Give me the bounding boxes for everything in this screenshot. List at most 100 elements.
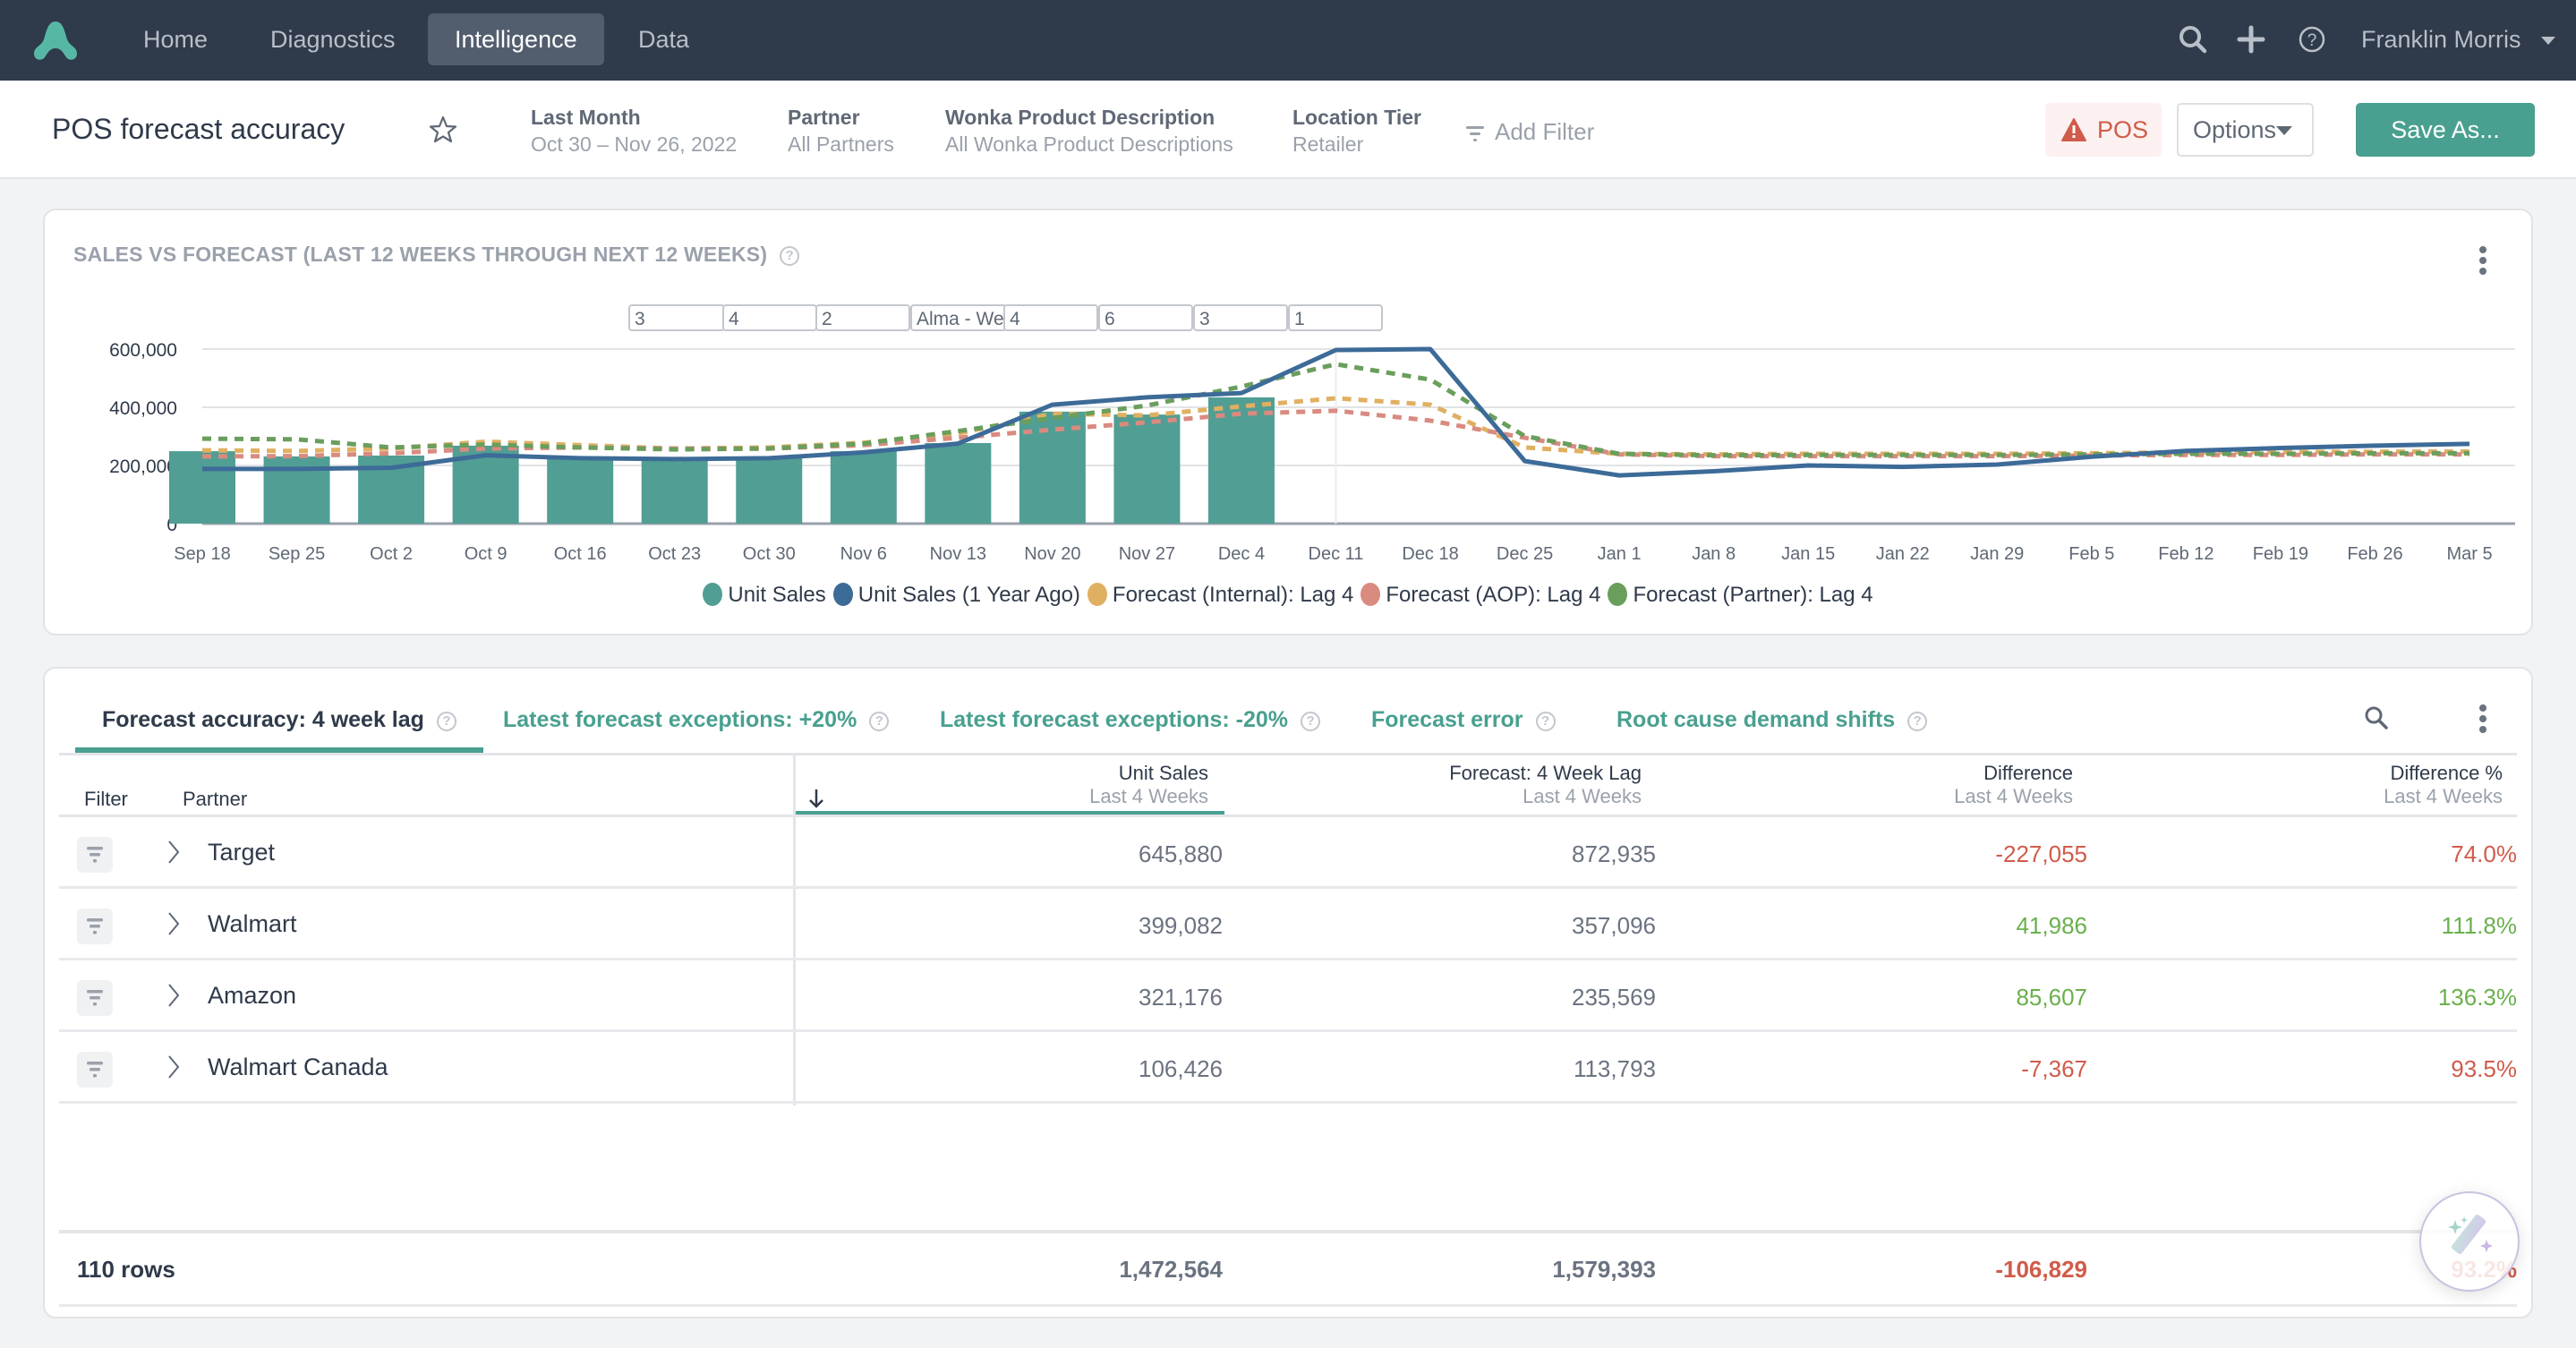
column-header-difference-pct[interactable]: Difference % Last 4 Weeks — [2261, 762, 2503, 808]
x-tick-label: Feb 26 — [2347, 544, 2402, 564]
x-tick-label: Feb 19 — [2253, 544, 2308, 564]
pos-warning-badge[interactable]: POS — [2045, 103, 2162, 157]
x-tick-label: Nov 13 — [930, 544, 986, 564]
x-tick-label: Mar 5 — [2446, 544, 2492, 564]
difference-cell: 41,986 — [2016, 912, 2087, 939]
filter-partner[interactable]: Partner All Partners — [788, 104, 894, 158]
legend-item[interactable]: Forecast (AOP): Lag 4 — [1361, 583, 1600, 608]
difference-pct-cell: 74.0% — [2451, 840, 2517, 867]
column-header-forecast[interactable]: Forecast: 4 Week Lag Last 4 Weeks — [1343, 762, 1642, 808]
app-logo-icon[interactable] — [29, 18, 82, 63]
table-more-menu-icon[interactable] — [2474, 704, 2492, 735]
column-subtitle: Last 4 Weeks — [1089, 785, 1208, 807]
tab-exceptions-plus-20[interactable]: Latest forecast exceptions: +20%? — [503, 706, 890, 753]
table-row[interactable]: Walmart Canada 106,426 113,793 -7,367 93.5% — [59, 1032, 2517, 1104]
tab-forecast-accuracy[interactable]: Forecast accuracy: 4 week lag? — [75, 706, 483, 753]
tab-label: Latest forecast exceptions: -20% — [940, 707, 1289, 732]
tab-forecast-error[interactable]: Forecast error? — [1371, 706, 1556, 753]
x-tick-label: Feb 5 — [2068, 544, 2114, 564]
legend-item[interactable]: Forecast (Internal): Lag 4 — [1087, 583, 1353, 608]
difference-pct-cell: 136.3% — [2437, 984, 2517, 1011]
help-icon[interactable]: ? — [869, 712, 890, 731]
expand-chevron-icon[interactable] — [165, 982, 183, 1009]
annotation-label: 6 — [1105, 309, 1115, 329]
filter-date-range[interactable]: Last Month Oct 30 – Nov 26, 2022 — [531, 104, 737, 158]
x-tick-label: Oct 23 — [648, 544, 701, 564]
nav-item-home[interactable]: Home — [116, 13, 235, 65]
x-tick-label: Dec 4 — [1218, 544, 1265, 564]
nav-item-intelligence[interactable]: Intelligence — [428, 13, 604, 65]
filter-location-tier[interactable]: Location Tier Retailer — [1292, 104, 1421, 158]
expand-chevron-icon[interactable] — [165, 910, 183, 937]
total-difference: -106,829 — [1995, 1256, 2087, 1283]
legend-label: Unit Sales — [728, 583, 826, 607]
table-search-icon[interactable] — [2363, 704, 2390, 731]
help-icon[interactable]: ? — [2296, 23, 2328, 55]
tab-divider — [59, 753, 2517, 755]
plus-icon[interactable] — [2235, 23, 2267, 55]
expand-chevron-icon[interactable] — [165, 1054, 183, 1080]
search-icon[interactable] — [2177, 23, 2209, 55]
y-tick-label: 200,000 — [109, 456, 177, 477]
annotation-label: 4 — [729, 309, 739, 329]
column-header-difference[interactable]: Difference Last 4 Weeks — [1831, 762, 2073, 808]
sort-descending-icon[interactable] — [807, 787, 825, 810]
chart-legend: Unit Sales Unit Sales (1 Year Ago) Forecas… — [45, 583, 2531, 608]
favorite-star-icon[interactable] — [428, 115, 458, 145]
tab-label: Latest forecast exceptions: +20% — [503, 707, 857, 732]
help-icon[interactable]: ? — [436, 712, 456, 731]
column-header-partner[interactable]: Partner — [183, 788, 247, 811]
column-title: Unit Sales — [1118, 762, 1208, 784]
legend-item[interactable]: Forecast (Partner): Lag 4 — [1608, 583, 1873, 608]
partner-name: Target — [208, 839, 276, 866]
nav-item-diagnostics[interactable]: Diagnostics — [243, 13, 422, 65]
column-subtitle: Last 4 Weeks — [1523, 785, 1642, 807]
add-filter-button[interactable]: Add Filter — [1464, 116, 1594, 147]
forecast-accuracy-card: Forecast accuracy: 4 week lag? Latest fo… — [43, 667, 2533, 1318]
sales-vs-forecast-card: SALES VS FORECAST (LAST 12 WEEKS THROUGH… — [43, 209, 2533, 636]
x-tick-label: Oct 16 — [554, 544, 607, 564]
help-icon[interactable]: ? — [1535, 712, 1556, 731]
row-filter-button[interactable] — [77, 980, 113, 1016]
x-tick-label: Jan 8 — [1692, 544, 1736, 564]
table-row[interactable]: Amazon 321,176 235,569 85,607 136.3% — [59, 960, 2517, 1032]
help-icon[interactable]: ? — [1301, 712, 1321, 731]
y-tick-label: 600,000 — [109, 340, 177, 361]
legend-item[interactable]: Unit Sales — [703, 583, 826, 608]
tab-exceptions-minus-20[interactable]: Latest forecast exceptions: -20%? — [940, 706, 1321, 753]
nav-item-data[interactable]: Data — [611, 13, 716, 65]
column-subtitle: Last 4 Weeks — [1954, 785, 2073, 807]
help-icon[interactable]: ? — [1907, 712, 1928, 731]
x-tick-label: Sep 25 — [269, 544, 325, 564]
tab-label: Root cause demand shifts — [1616, 707, 1896, 732]
row-filter-button[interactable] — [77, 909, 113, 944]
table-footer-totals: 110 rows 1,472,564 1,579,393 -106,829 93… — [59, 1233, 2517, 1304]
table-row[interactable]: Target 645,880 872,935 -227,055 74.0% — [59, 817, 2517, 889]
row-filter-button[interactable] — [77, 837, 113, 873]
ai-assistant-button[interactable] — [2419, 1191, 2520, 1292]
filter-value: Oct 30 – Nov 26, 2022 — [531, 132, 738, 156]
filter-value: All Partners — [788, 132, 894, 156]
unit-sales-cell: 399,082 — [1139, 912, 1223, 939]
legend-label: Forecast (Partner): Lag 4 — [1633, 583, 1873, 607]
page-title: POS forecast accuracy — [52, 113, 345, 145]
options-dropdown[interactable]: Options — [2177, 103, 2314, 157]
table-row[interactable]: Walmart 399,082 357,096 41,986 111.8% — [59, 889, 2517, 960]
column-title: Forecast: 4 Week Lag — [1449, 762, 1642, 784]
x-tick-label: Nov 20 — [1024, 544, 1080, 564]
filter-icon — [87, 990, 103, 1006]
column-header-unit-sales[interactable]: Unit Sales Last 4 Weeks — [967, 762, 1208, 808]
x-tick-label: Oct 2 — [370, 544, 413, 564]
forecast-cell: 235,569 — [1572, 984, 1656, 1011]
legend-item[interactable]: Unit Sales (1 Year Ago) — [832, 583, 1080, 608]
filter-value: Retailer — [1292, 132, 1364, 156]
bar-nov-27 — [1113, 414, 1181, 524]
expand-chevron-icon[interactable] — [165, 839, 183, 866]
legend-swatch — [1087, 583, 1107, 606]
user-menu[interactable]: Franklin Morris — [2361, 23, 2555, 55]
tab-root-cause-demand-shifts[interactable]: Root cause demand shifts? — [1616, 706, 1928, 753]
row-filter-button[interactable] — [77, 1052, 113, 1088]
x-tick-label: Feb 12 — [2158, 544, 2213, 564]
save-as-button[interactable]: Save As... — [2356, 103, 2535, 157]
filter-product-description[interactable]: Wonka Product Description All Wonka Prod… — [945, 104, 1233, 158]
